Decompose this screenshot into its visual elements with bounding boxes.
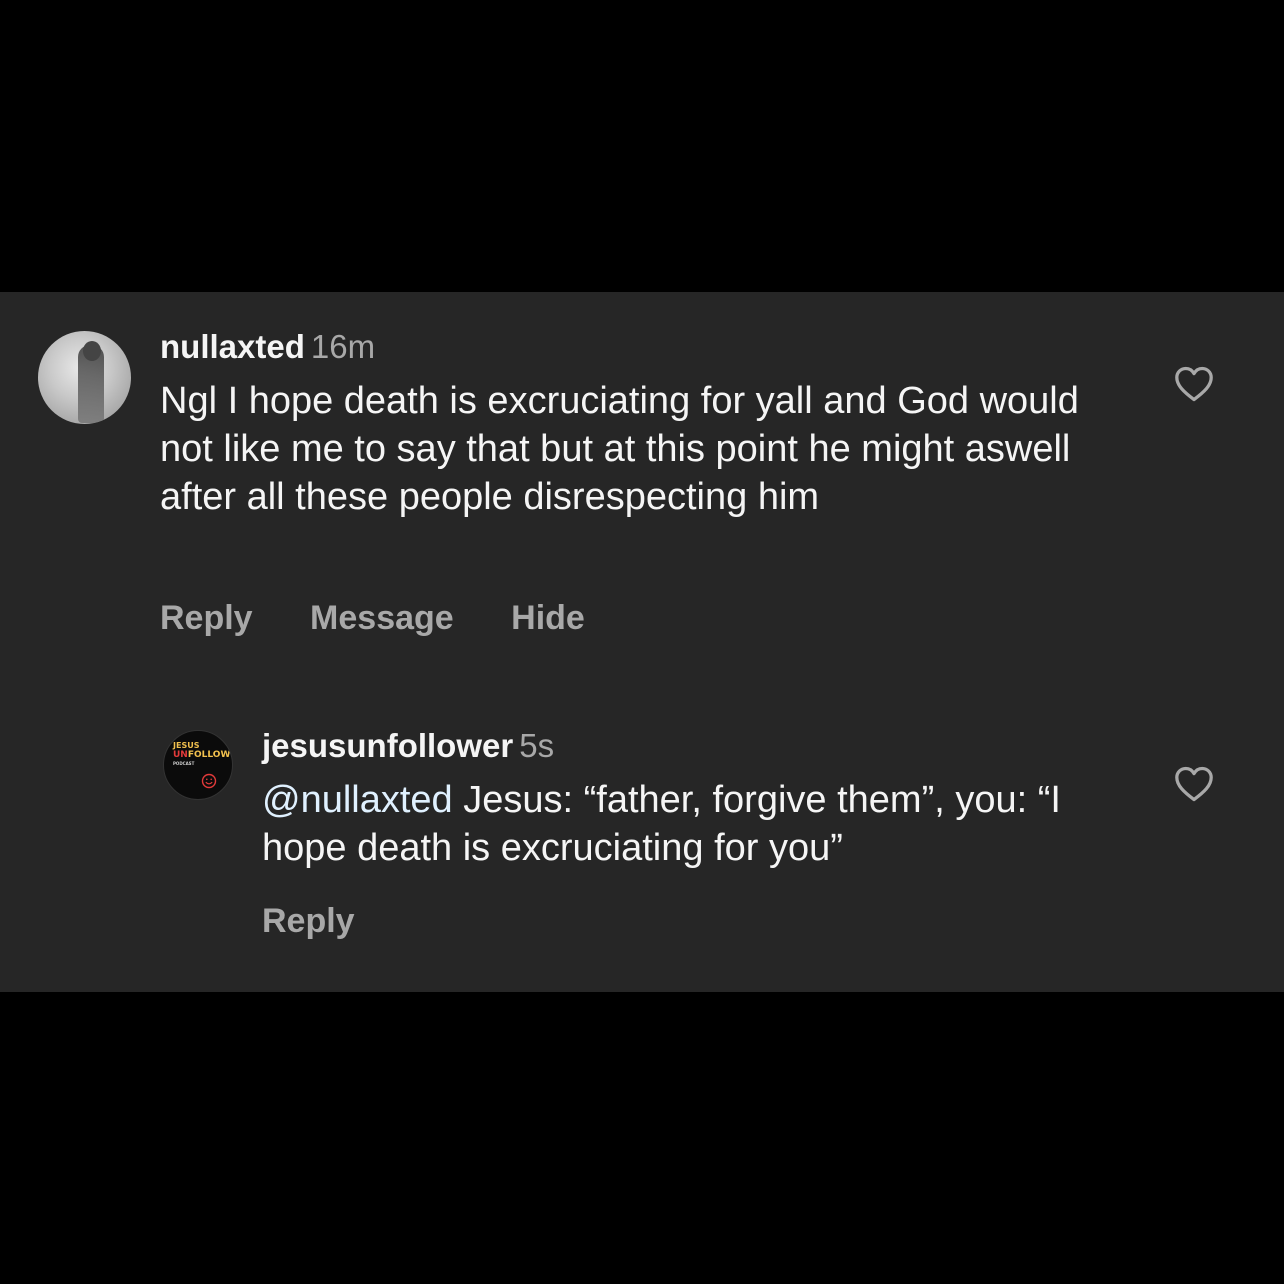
avatar[interactable] [38, 331, 131, 424]
comment-actions: Reply Message Hide [160, 599, 585, 638]
heart-icon[interactable] [1174, 366, 1214, 402]
heart-icon[interactable] [1174, 766, 1214, 802]
logo-text-rest: FOLLOWER [187, 750, 232, 760]
reply-header: jesusunfollower 5s [262, 726, 1122, 766]
comment-timestamp: 16m [310, 328, 376, 365]
reply-comment: jesusunfollower 5s @nullaxted Jesus: “fat… [262, 726, 1122, 872]
reply-username[interactable]: jesusunfollower [262, 727, 513, 764]
reply-timestamp: 5s [519, 727, 555, 764]
smiley-icon [201, 773, 217, 789]
logo-text-line3: PODCAST [173, 761, 195, 766]
logo-text-line2: UNFOLLOWER [173, 750, 232, 760]
hide-button[interactable]: Hide [511, 599, 585, 638]
comment-header: nullaxted 16m [160, 327, 1120, 367]
message-button[interactable]: Message [310, 599, 454, 638]
comment-username[interactable]: nullaxted [160, 328, 305, 365]
reply-button[interactable]: Reply [262, 902, 355, 941]
avatar-photo-head [83, 341, 101, 361]
avatar[interactable]: JESUS UNFOLLOWER PODCAST [163, 730, 233, 800]
reply-text: @nullaxted Jesus: “father, forgive them”… [262, 776, 1122, 872]
comment-text: Ngl I hope death is excruciating for yal… [160, 380, 1079, 518]
mention-link[interactable]: @nullaxted [262, 779, 453, 821]
reply-actions: Reply [262, 902, 355, 941]
logo-text-red: UN [173, 750, 188, 760]
comment: nullaxted 16m Ngl I hope death is excruci… [160, 327, 1120, 521]
logo-text-line1: JESUS [173, 741, 200, 750]
reply-button[interactable]: Reply [160, 599, 253, 638]
